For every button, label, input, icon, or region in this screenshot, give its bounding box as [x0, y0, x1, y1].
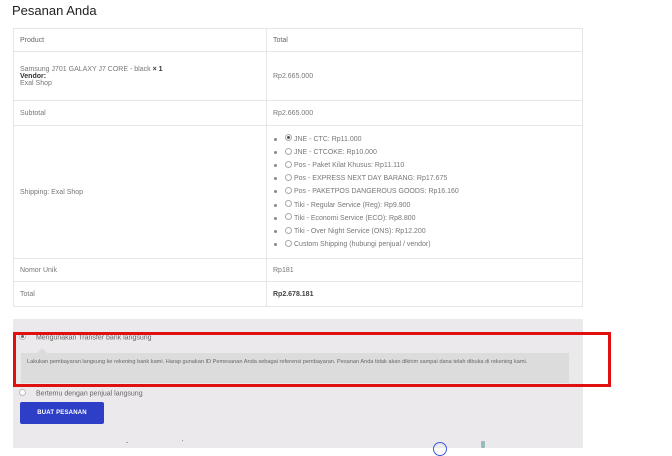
bullet-icon — [274, 137, 277, 141]
meet-seller-radio[interactable] — [19, 389, 26, 396]
bullet-icon — [274, 203, 277, 207]
bullet-icon — [274, 190, 277, 194]
nomor-unik-value: Rp181 — [266, 258, 583, 282]
bullet-icon — [274, 150, 277, 154]
bottom-cutoff-content: - ‘ ˊ — [126, 440, 234, 446]
column-header-product: Product — [13, 28, 267, 52]
shipping-option[interactable]: Pos - PAKETPOS DANGEROUS GOODS: Rp16.160 — [274, 185, 576, 198]
shipping-option-radio[interactable] — [285, 147, 292, 155]
payment-option-meet-seller[interactable]: Bertemu dengan penjual langsung — [19, 389, 143, 397]
nomor-unik-label: Nomor Unik — [13, 258, 267, 282]
bullet-icon — [274, 177, 277, 181]
shipping-option-label[interactable]: Pos - EXPRESS NEXT DAY BARANG: Rp17.675 — [294, 175, 447, 182]
highlight-annotation-box — [13, 332, 611, 387]
shipping-option[interactable]: Tiki - Economi Service (ECO): Rp8.800 — [274, 212, 576, 225]
table-header-row: Product Total — [13, 28, 583, 52]
marker-icon — [481, 441, 485, 448]
shipping-option[interactable]: JNE - CTC: Rp11.000 — [274, 133, 576, 146]
meet-seller-label[interactable]: Bertemu dengan penjual langsung — [36, 390, 143, 397]
shipping-option-radio[interactable] — [285, 200, 292, 208]
shipping-option[interactable]: Pos - EXPRESS NEXT DAY BARANG: Rp17.675 — [274, 172, 576, 185]
total-value: Rp2.678.181 — [266, 281, 583, 307]
bullet-icon — [274, 243, 277, 247]
shipping-option-label[interactable]: Pos - PAKETPOS DANGEROUS GOODS: Rp16.160 — [294, 188, 459, 195]
product-quantity: × 1 — [152, 65, 163, 73]
shipping-option-radio[interactable] — [285, 160, 292, 168]
bullet-icon — [274, 229, 277, 233]
shipping-option-label[interactable]: Tiki - Regular Service (Reg): Rp9.900 — [294, 202, 410, 209]
shipping-option[interactable]: Tiki - Over Night Service (ONS): Rp12.20… — [274, 225, 576, 238]
column-header-total: Total — [266, 28, 583, 52]
table-row-subtotal: Subtotal Rp2.665.000 — [13, 100, 583, 126]
shipping-option-radio[interactable] — [285, 226, 292, 234]
shipping-option-radio[interactable] — [285, 213, 292, 221]
table-row-product: Samsung J701 GALAXY J7 CORE - black × 1 … — [13, 51, 583, 101]
shipping-option-radio[interactable] — [285, 173, 292, 181]
shipping-options-list: JNE - CTC: Rp11.000 JNE - CTCOKE: Rp10.00… — [273, 133, 576, 252]
shipping-option[interactable]: Pos - Paket Kilat Khusus: Rp11.110 — [274, 159, 576, 172]
page-title: Pesanan Anda — [12, 3, 97, 18]
vendor-label: Vendor: — [20, 72, 47, 80]
place-order-button[interactable]: BUAT PESANAN — [20, 402, 104, 424]
bullet-icon — [274, 216, 277, 220]
shipping-option-radio[interactable] — [285, 187, 292, 195]
shipping-option[interactable]: JNE - CTCOKE: Rp10.000 — [274, 146, 576, 159]
shipping-option-label[interactable]: JNE - CTC: Rp11.000 — [294, 136, 362, 143]
shipping-option-label[interactable]: Pos - Paket Kilat Khusus: Rp11.110 — [294, 162, 404, 169]
product-name: Samsung J701 GALAXY J7 CORE - black — [20, 65, 151, 73]
shipping-option-label[interactable]: Custom Shipping (hubungi penjual / vendo… — [294, 241, 431, 248]
shipping-label: Shipping: Exal Shop — [13, 125, 267, 259]
order-review-table: Product Total Samsung J701 GALAXY J7 COR… — [13, 28, 583, 307]
circle-icon — [433, 442, 447, 456]
bullet-icon — [274, 164, 277, 168]
shipping-option-radio[interactable] — [285, 239, 292, 247]
table-row-shipping: Shipping: Exal Shop JNE - CTC: Rp11.000 J… — [13, 125, 583, 259]
shipping-options-cell: JNE - CTC: Rp11.000 JNE - CTCOKE: Rp10.00… — [266, 125, 583, 259]
table-row-total: Total Rp2.678.181 — [13, 281, 583, 307]
product-total: Rp2.665.000 — [266, 51, 583, 101]
vendor-name: Exal Shop — [20, 79, 52, 87]
shipping-option[interactable]: Custom Shipping (hubungi penjual / vendo… — [274, 238, 576, 251]
total-label: Total — [13, 281, 267, 307]
subtotal-label: Subtotal — [13, 100, 267, 126]
shipping-option-label[interactable]: Tiki - Over Night Service (ONS): Rp12.20… — [294, 228, 426, 235]
shipping-option-label[interactable]: JNE - CTCOKE: Rp10.000 — [294, 149, 377, 156]
product-cell: Samsung J701 GALAXY J7 CORE - black × 1 … — [13, 51, 267, 101]
shipping-option-label[interactable]: Tiki - Economi Service (ECO): Rp8.800 — [294, 215, 416, 222]
subtotal-value: Rp2.665.000 — [266, 100, 583, 126]
shipping-option[interactable]: Tiki - Regular Service (Reg): Rp9.900 — [274, 199, 576, 212]
shipping-option-radio[interactable] — [285, 134, 292, 142]
table-row-nomor-unik: Nomor Unik Rp181 — [13, 258, 583, 282]
